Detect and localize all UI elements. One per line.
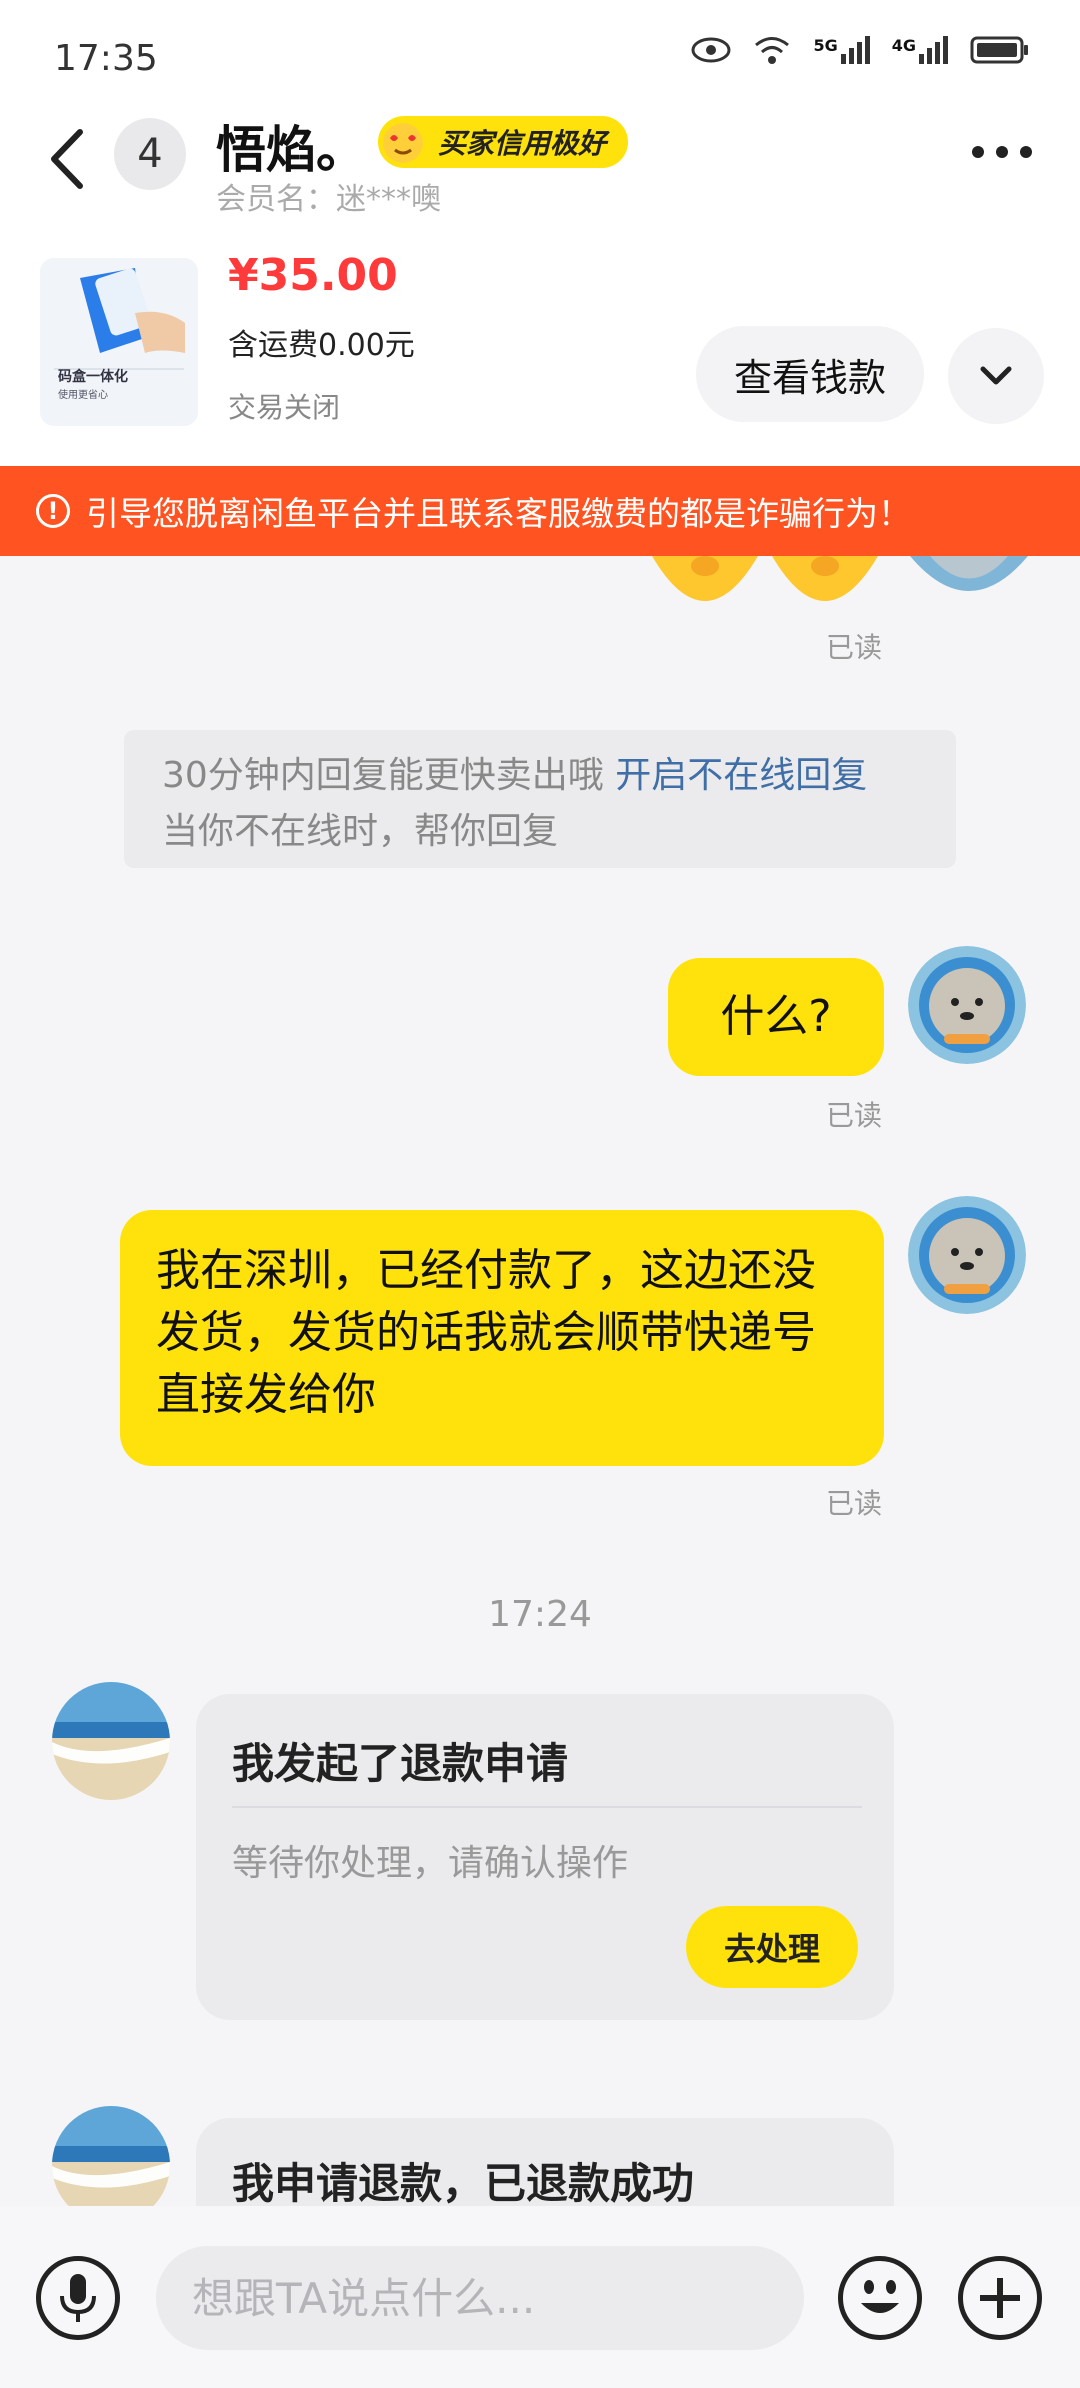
microphone-icon	[60, 2274, 96, 2322]
message-input-bar	[0, 2206, 1080, 2388]
plus-icon	[980, 2278, 1020, 2318]
wifi-icon	[755, 37, 790, 64]
refund-card-title: 我发起了退款申请	[232, 1739, 569, 1788]
member-name-line: 会员名：迷***噢	[216, 174, 441, 218]
read-receipt: 已读	[826, 631, 883, 664]
status-bar: 17:35 5G 4G	[0, 0, 1080, 110]
heart-eyes-emoji-icon	[383, 123, 423, 163]
status-time: 17:35	[54, 38, 158, 79]
chat-header: 4 悟焰。 买家信用极好 会员名：迷***噢	[0, 110, 1080, 240]
status-icons: 5G 4G	[691, 34, 1030, 66]
seal-avatar-icon	[908, 1196, 1026, 1314]
my-avatar[interactable]	[908, 1196, 1026, 1314]
seal-avatar[interactable]	[910, 556, 1028, 598]
shipping-fee: 含运费0.00元	[228, 328, 415, 363]
signal-4g-icon: 4G	[892, 36, 948, 64]
read-receipt: 已读	[826, 1487, 883, 1520]
dot-icon	[996, 146, 1008, 158]
beach-avatar-icon	[52, 2106, 170, 2206]
dot-icon	[1020, 146, 1032, 158]
product-image[interactable]: 码盒一体化 使用更省心	[40, 258, 198, 426]
read-receipt: 已读	[826, 1099, 883, 1132]
beach-avatar-icon	[52, 1682, 170, 1800]
hint-line-1: 30分钟内回复能更快卖出哦 开启不在线回复	[162, 748, 918, 804]
dot-icon	[972, 146, 984, 158]
message-input[interactable]	[156, 2246, 804, 2350]
thinking-emoji-icon	[652, 556, 758, 601]
trade-status: 交易关闭	[228, 391, 341, 424]
product-image-subcaption: 使用更省心	[58, 390, 108, 401]
refund-card-subtitle: 等待你处理，请确认操作	[232, 1843, 629, 1884]
refund-success-card[interactable]: 我申请退款，已退款成功	[196, 2118, 894, 2208]
battery-icon	[970, 36, 1028, 64]
sent-message-bubble[interactable]: 什么?	[668, 958, 884, 1076]
divider	[232, 1806, 862, 1808]
handle-refund-button[interactable]: 去处理	[686, 1906, 858, 1988]
thinking-emoji-icon	[772, 556, 878, 601]
member-name: 迷***噢	[336, 182, 441, 217]
my-avatar[interactable]	[908, 946, 1026, 1064]
network-5g-label: 5G	[813, 36, 838, 55]
more-options-button[interactable]	[972, 146, 1032, 158]
credit-badge-label: 买家信用极好	[438, 127, 607, 160]
voice-button[interactable]	[36, 2256, 120, 2340]
signal-5g-icon: 5G	[813, 36, 870, 64]
member-label: 会员名：	[216, 182, 336, 217]
eye-icon	[691, 37, 731, 63]
back-button[interactable]	[44, 124, 104, 204]
enable-auto-reply-link[interactable]: 开启不在线回复	[615, 755, 867, 796]
unread-count-badge[interactable]: 4	[114, 118, 186, 190]
hint-text: 30分钟内回复能更快卖出哦	[162, 755, 604, 796]
network-4g-label: 4G	[891, 36, 916, 55]
chat-timestamp: 17:24	[488, 1594, 592, 1635]
view-money-button[interactable]: 查看钱款	[696, 326, 924, 422]
smiley-icon	[861, 2280, 899, 2313]
buyer-avatar[interactable]	[52, 1682, 170, 1800]
product-card[interactable]: 码盒一体化 使用更省心 ¥35.00 含运费0.00元 交易关闭 查看钱款	[0, 240, 1080, 466]
refund-success-title: 我申请退款，已退款成功	[232, 2159, 695, 2208]
chevron-down-icon	[980, 366, 1012, 385]
plus-button[interactable]	[958, 2256, 1042, 2340]
hint-subtext: 当你不在线时，帮你回复	[162, 811, 559, 852]
refund-request-card[interactable]: 我发起了退款申请 等待你处理，请确认操作 去处理	[196, 1694, 894, 2020]
fraud-warning-banner: ! 引导您脱离闲鱼平台并且联系客服缴费的都是诈骗行为！	[0, 466, 1080, 556]
warning-text: 引导您脱离闲鱼平台并且联系客服缴费的都是诈骗行为！	[86, 494, 911, 533]
product-price: ¥35.00	[228, 250, 398, 301]
emoji-button[interactable]	[838, 2256, 922, 2340]
exclamation-icon: !	[36, 494, 70, 528]
sent-message-bubble[interactable]: 我在深圳，已经付款了，这边还没发货，发货的话我就会顺带快递号直接发给你	[120, 1210, 884, 1466]
expand-button[interactable]	[948, 328, 1044, 424]
contact-name: 悟焰。	[216, 121, 366, 179]
chevron-left-icon	[51, 129, 83, 189]
product-image-caption: 码盒一体化	[58, 369, 128, 385]
seal-avatar-icon	[908, 946, 1026, 1064]
auto-reply-hint: 30分钟内回复能更快卖出哦 开启不在线回复 当你不在线时，帮你回复	[124, 730, 956, 868]
